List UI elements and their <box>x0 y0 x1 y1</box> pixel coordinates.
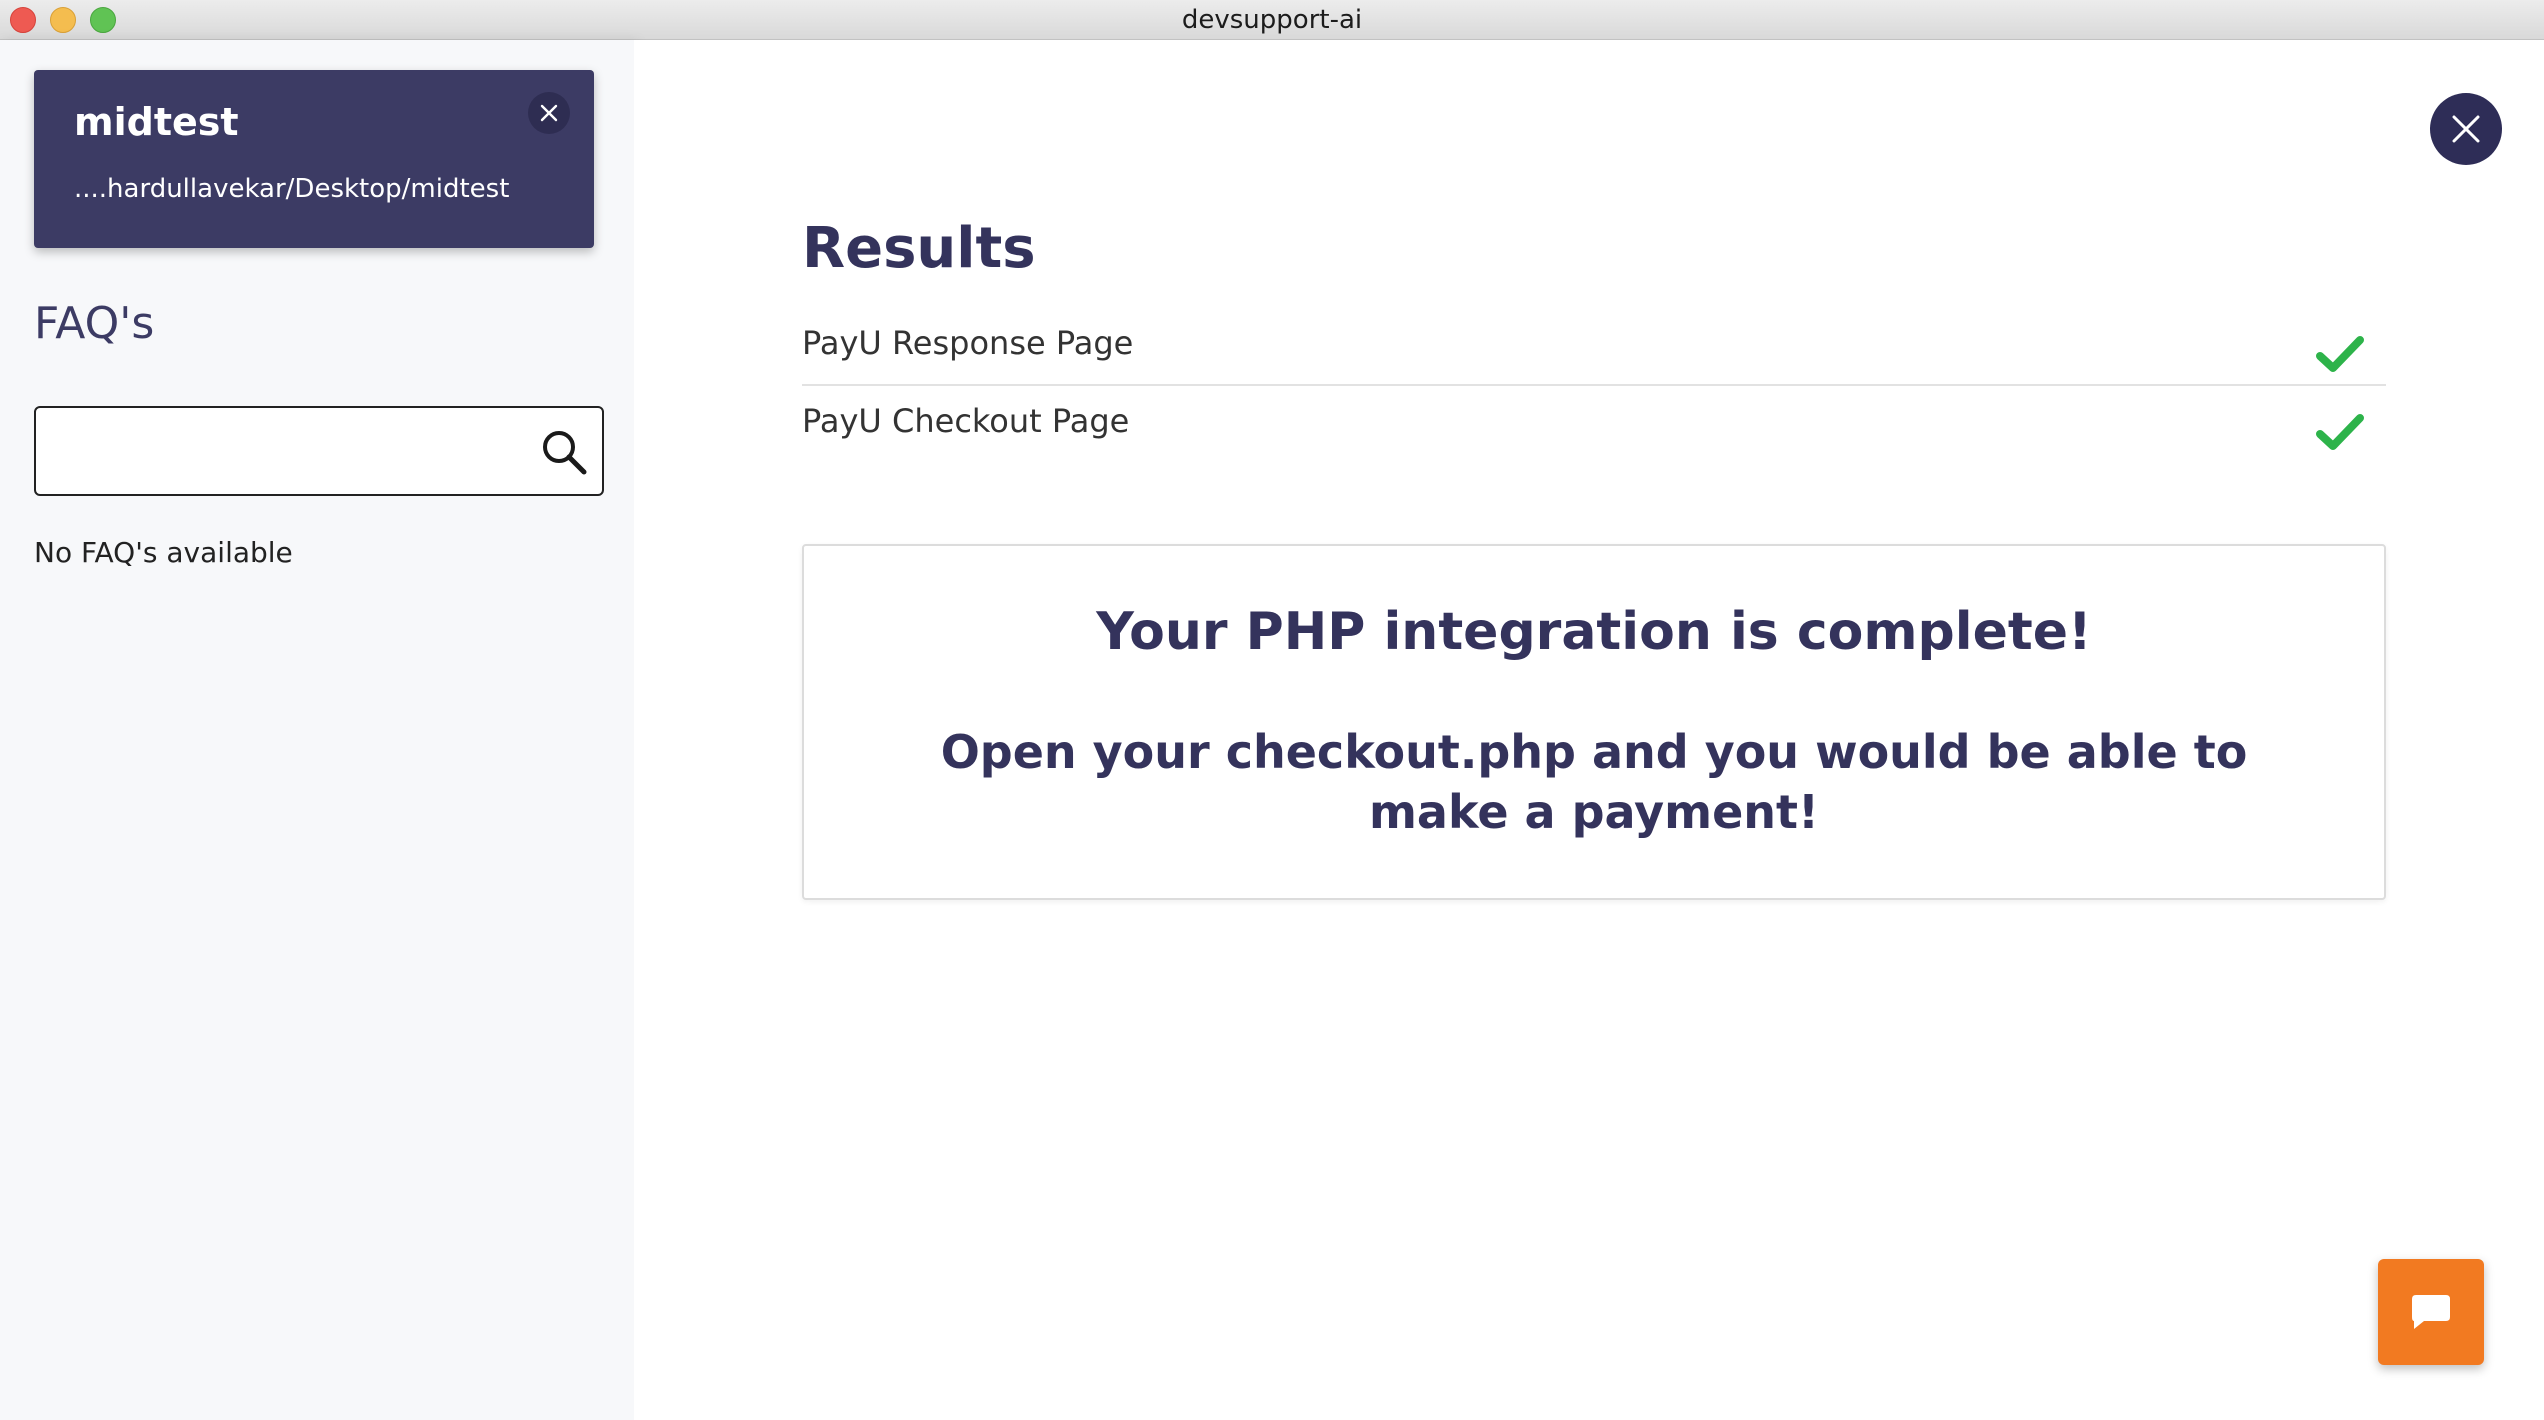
check-icon <box>2316 414 2364 450</box>
faq-search-box <box>34 406 604 496</box>
faq-empty-message: No FAQ's available <box>34 536 293 569</box>
result-label: PayU Response Page <box>802 324 1134 362</box>
project-close-button[interactable] <box>528 92 570 134</box>
main-close-button[interactable] <box>2430 93 2502 165</box>
project-path: ....hardullavekar/Desktop/midtest <box>74 174 510 204</box>
search-icon[interactable] <box>538 426 590 478</box>
check-icon <box>2316 336 2364 372</box>
success-heading: Your PHP integration is complete! <box>1096 602 2092 662</box>
window-title: devsupport-ai <box>1181 5 1363 35</box>
chat-button[interactable] <box>2378 1259 2484 1365</box>
success-message-box: Your PHP integration is complete! Open y… <box>802 544 2386 900</box>
results-title: Results <box>802 216 1036 281</box>
sidebar: midtest ....hardullavekar/Desktop/midtes… <box>0 40 634 1420</box>
result-row: PayU Checkout Page <box>802 388 2386 464</box>
faq-search-input[interactable] <box>50 418 530 484</box>
result-label: PayU Checkout Page <box>802 402 1130 440</box>
main-panel: Results PayU Response Page PayU Checkout… <box>634 40 2544 1420</box>
project-name: midtest <box>74 100 239 144</box>
close-icon <box>540 104 558 122</box>
project-card[interactable]: midtest ....hardullavekar/Desktop/midtes… <box>34 70 594 248</box>
window-titlebar: devsupport-ai <box>0 0 2544 40</box>
chat-bubble-icon <box>2412 1295 2450 1329</box>
faq-title: FAQ's <box>34 298 155 349</box>
result-row: PayU Response Page <box>802 310 2386 386</box>
success-message: Open your checkout.php and you would be … <box>940 725 2248 839</box>
close-icon <box>2452 115 2480 143</box>
